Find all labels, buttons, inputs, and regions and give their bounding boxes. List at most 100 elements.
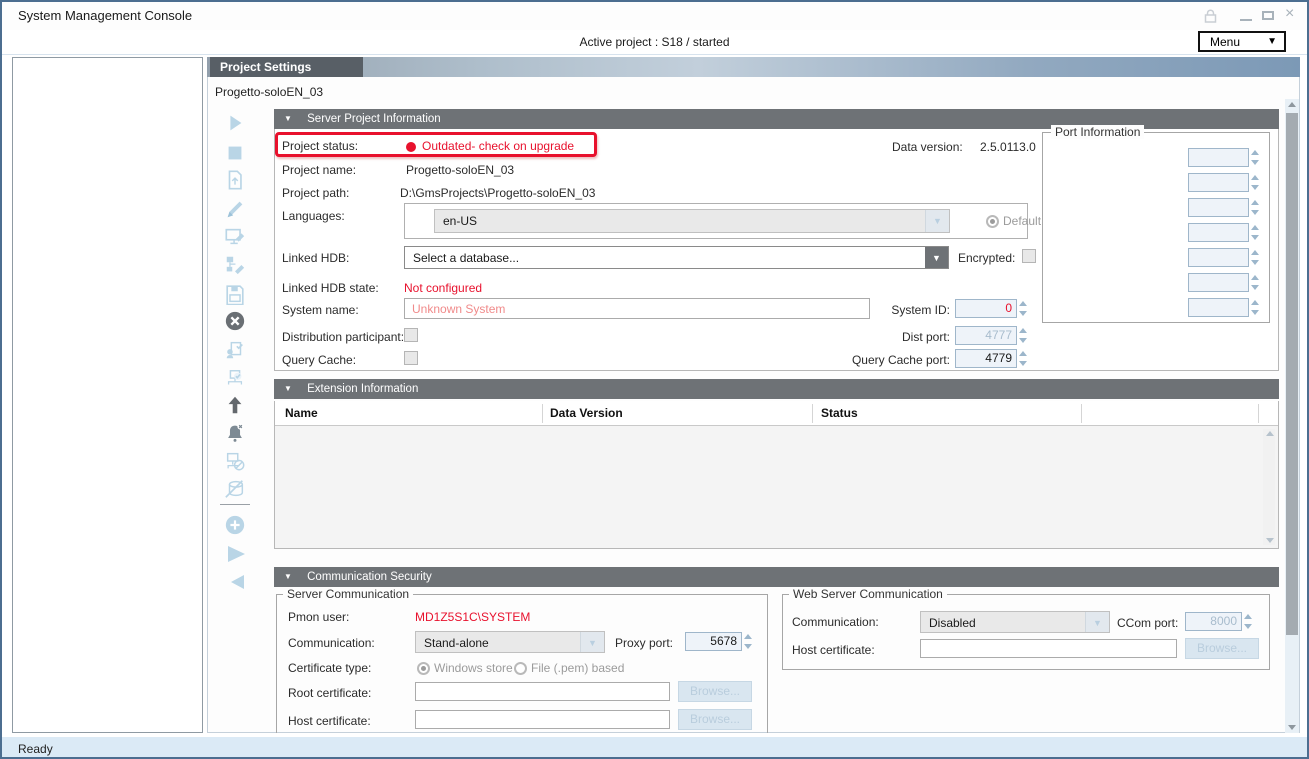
encrypted-checkbox[interactable] xyxy=(1022,249,1036,263)
port-spinner[interactable] xyxy=(1188,148,1249,167)
tree-item[interactable] xyxy=(13,206,202,219)
spinner-arrows-icon[interactable] xyxy=(1250,173,1260,192)
tree-item[interactable] xyxy=(13,220,202,233)
tree-item[interactable] xyxy=(13,299,202,312)
user-check-icon[interactable] xyxy=(224,339,246,361)
edit-distribution-icon[interactable] xyxy=(224,254,246,276)
close-icon[interactable]: × xyxy=(1285,6,1294,22)
query-cache-checkbox[interactable] xyxy=(404,351,418,365)
tree-item[interactable] xyxy=(13,193,202,206)
system-disconnect-icon[interactable] xyxy=(224,450,246,472)
query-cache-port-spinner[interactable]: 4779 xyxy=(955,349,1017,368)
column-data-version[interactable]: Data Version xyxy=(550,406,623,420)
spinner-arrows-icon[interactable] xyxy=(1018,299,1028,318)
main-scrollbar[interactable] xyxy=(1285,99,1299,733)
tree-item[interactable] xyxy=(13,353,202,366)
deactivate-icon[interactable] xyxy=(224,570,248,594)
spinner-arrows-icon[interactable] xyxy=(1250,148,1260,167)
tree-item[interactable] xyxy=(13,339,202,352)
port-spinner[interactable] xyxy=(1188,223,1249,242)
minimize-icon[interactable] xyxy=(1240,19,1252,21)
port-spinner[interactable] xyxy=(1188,198,1249,217)
root-certificate-input[interactable] xyxy=(415,682,670,701)
tree-item[interactable] xyxy=(13,73,202,86)
start-icon[interactable] xyxy=(224,112,246,134)
activate-icon[interactable] xyxy=(224,542,248,566)
spinner-arrows-icon[interactable] xyxy=(743,632,753,651)
linked-hdb-dropdown[interactable]: Select a database... ▼ xyxy=(404,246,949,269)
tree-item[interactable] xyxy=(13,87,202,100)
notifications-off-icon[interactable] xyxy=(224,422,246,444)
tree-item[interactable] xyxy=(13,140,202,153)
tree-item[interactable] xyxy=(13,113,202,126)
upgrade-icon[interactable] xyxy=(224,394,246,416)
port-spinner[interactable] xyxy=(1188,298,1249,317)
language-dropdown[interactable]: en-US ▼ xyxy=(434,209,950,233)
collapse-icon[interactable]: ▼ xyxy=(284,572,292,581)
save-icon[interactable] xyxy=(224,283,246,305)
spinner-arrows-icon[interactable] xyxy=(1250,223,1260,242)
tree-item[interactable] xyxy=(13,366,202,379)
extension-row[interactable] xyxy=(275,429,1278,449)
ccom-port-spinner[interactable]: 8000 xyxy=(1185,612,1242,631)
pem-file-radio[interactable] xyxy=(514,662,527,675)
spinner-arrows-icon[interactable] xyxy=(1243,612,1253,631)
stop-icon[interactable] xyxy=(224,142,246,164)
extension-row[interactable] xyxy=(275,529,1278,549)
collapse-icon[interactable]: ▼ xyxy=(284,384,292,393)
column-status[interactable]: Status xyxy=(821,406,858,420)
spinner-arrows-icon[interactable] xyxy=(1018,326,1028,345)
tree-item[interactable] xyxy=(13,326,202,339)
spinner-arrows-icon[interactable] xyxy=(1250,298,1260,317)
lock-icon[interactable] xyxy=(1204,9,1217,23)
communication-dropdown[interactable]: Stand-alone ▼ xyxy=(415,631,605,653)
tree-item[interactable] xyxy=(13,100,202,113)
edit-icon[interactable] xyxy=(224,198,246,220)
collapse-icon[interactable]: ▼ xyxy=(284,114,292,123)
tree-item[interactable] xyxy=(13,233,202,246)
edit-station-icon[interactable] xyxy=(224,226,246,248)
spinner-arrows-icon[interactable] xyxy=(1250,248,1260,267)
extension-row[interactable] xyxy=(275,449,1278,469)
spinner-arrows-icon[interactable] xyxy=(1250,198,1260,217)
host-certificate-input[interactable] xyxy=(415,710,670,729)
web-communication-dropdown[interactable]: Disabled ▼ xyxy=(920,611,1110,633)
windows-store-radio[interactable] xyxy=(417,662,430,675)
hdb-disconnect-icon[interactable] xyxy=(224,478,246,500)
add-icon[interactable] xyxy=(224,514,246,536)
tree-item[interactable] xyxy=(13,313,202,326)
spinner-arrows-icon[interactable] xyxy=(1018,349,1028,368)
extension-table-scrollbar[interactable] xyxy=(1263,429,1275,545)
web-host-certificate-input[interactable] xyxy=(920,639,1177,658)
tree-item[interactable] xyxy=(13,166,202,179)
port-spinner[interactable] xyxy=(1188,273,1249,292)
menu-dropdown[interactable]: Menu ▼ xyxy=(1198,31,1286,52)
maximize-icon[interactable] xyxy=(1262,11,1274,20)
tree-item[interactable] xyxy=(13,153,202,166)
tab-project-settings[interactable]: Project Settings xyxy=(210,57,363,77)
dist-port-spinner[interactable]: 4777 xyxy=(955,326,1017,345)
default-language-radio[interactable] xyxy=(986,215,999,228)
system-id-spinner[interactable]: 0 xyxy=(955,299,1017,318)
tree-item[interactable] xyxy=(13,180,202,193)
spinner-arrows-icon[interactable] xyxy=(1250,273,1260,292)
cancel-icon[interactable] xyxy=(224,310,246,332)
host-certificate-browse-button[interactable]: Browse... xyxy=(678,709,752,730)
tree-item[interactable] xyxy=(13,273,202,286)
tree-item[interactable] xyxy=(13,286,202,299)
system-check-icon[interactable] xyxy=(224,368,246,390)
extension-row[interactable] xyxy=(275,509,1278,529)
section-header-extension-info[interactable]: ▼ Extension Information xyxy=(274,379,1279,399)
section-header-communication-security[interactable]: ▼ Communication Security xyxy=(274,567,1279,587)
tree-item[interactable] xyxy=(13,126,202,139)
column-name[interactable]: Name xyxy=(285,406,318,420)
port-spinner[interactable] xyxy=(1188,173,1249,192)
web-host-certificate-browse-button[interactable]: Browse... xyxy=(1185,638,1259,659)
restore-project-icon[interactable] xyxy=(224,169,246,191)
tree-item[interactable] xyxy=(13,259,202,272)
proxy-port-spinner[interactable]: 5678 xyxy=(685,632,742,651)
scrollbar-thumb[interactable] xyxy=(1286,113,1298,635)
extension-row[interactable] xyxy=(275,469,1278,489)
port-spinner[interactable] xyxy=(1188,248,1249,267)
tree-item[interactable] xyxy=(13,246,202,259)
